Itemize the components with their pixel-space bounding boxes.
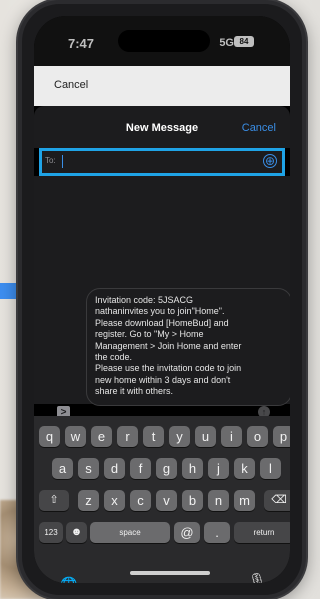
background-accent [0,283,18,299]
key-r[interactable]: r [117,426,138,447]
space-key[interactable]: space [90,522,170,543]
shift-key[interactable]: ⇧ [39,490,69,511]
keyboard: q w e r t y u i o p a s d f g h j k l ⇧ … [34,416,290,583]
key-t[interactable]: t [143,426,164,447]
dot-key[interactable]: . [204,522,230,543]
key-s[interactable]: s [78,458,99,479]
key-f[interactable]: f [130,458,151,479]
battery-icon: 84 [234,36,254,47]
status-bar: 7:47 5G 84 [34,16,290,66]
key-a[interactable]: a [52,458,73,479]
to-label: To: [45,156,56,165]
key-d[interactable]: d [104,458,125,479]
delete-key[interactable]: ⌫ [264,490,290,511]
key-z[interactable]: z [78,490,99,511]
compose-nav-bar: New Message Cancel [34,106,290,148]
globe-icon[interactable]: 🌐 [60,576,77,583]
key-y[interactable]: y [169,426,190,447]
key-x[interactable]: x [104,490,125,511]
status-time: 7:47 [68,36,95,51]
network-indicator: 5G [219,37,234,49]
phone-screen: 7:47 5G 84 Cancel New Message Cancel To:… [34,16,290,583]
return-key[interactable]: return [234,522,290,543]
key-k[interactable]: k [234,458,255,479]
background-sheet: Cancel [34,66,290,106]
emoji-key[interactable]: ☻ [66,522,87,543]
key-g[interactable]: g [156,458,177,479]
dynamic-island [118,30,210,52]
key-l[interactable]: l [260,458,281,479]
numbers-key[interactable]: 123 [39,522,63,543]
cancel-button[interactable]: Cancel [242,122,276,134]
key-c[interactable]: c [130,490,151,511]
key-b[interactable]: b [182,490,203,511]
key-v[interactable]: v [156,490,177,511]
phone-frame: 7:47 5G 84 Cancel New Message Cancel To:… [18,0,306,599]
key-e[interactable]: e [91,426,112,447]
key-m[interactable]: m [234,490,255,511]
add-contact-icon[interactable]: ⊕ [263,154,277,168]
message-input[interactable]: Invitation code: 5JSACG nathaninvites yo… [86,288,290,406]
recipient-field[interactable]: To: ⊕ [39,148,285,176]
at-key[interactable]: @ [174,522,200,543]
key-i[interactable]: i [221,426,242,447]
key-q[interactable]: q [39,426,60,447]
sheet-cancel-button[interactable]: Cancel [54,79,88,91]
key-h[interactable]: h [182,458,203,479]
key-p[interactable]: p [273,426,290,447]
key-w[interactable]: w [65,426,86,447]
key-j[interactable]: j [208,458,229,479]
key-o[interactable]: o [247,426,268,447]
home-indicator [130,571,210,575]
key-u[interactable]: u [195,426,216,447]
microphone-icon[interactable]: 🎙 [248,572,266,583]
key-n[interactable]: n [208,490,229,511]
message-area: Invitation code: 5JSACG nathaninvites yo… [34,176,290,406]
text-caret [62,155,63,168]
